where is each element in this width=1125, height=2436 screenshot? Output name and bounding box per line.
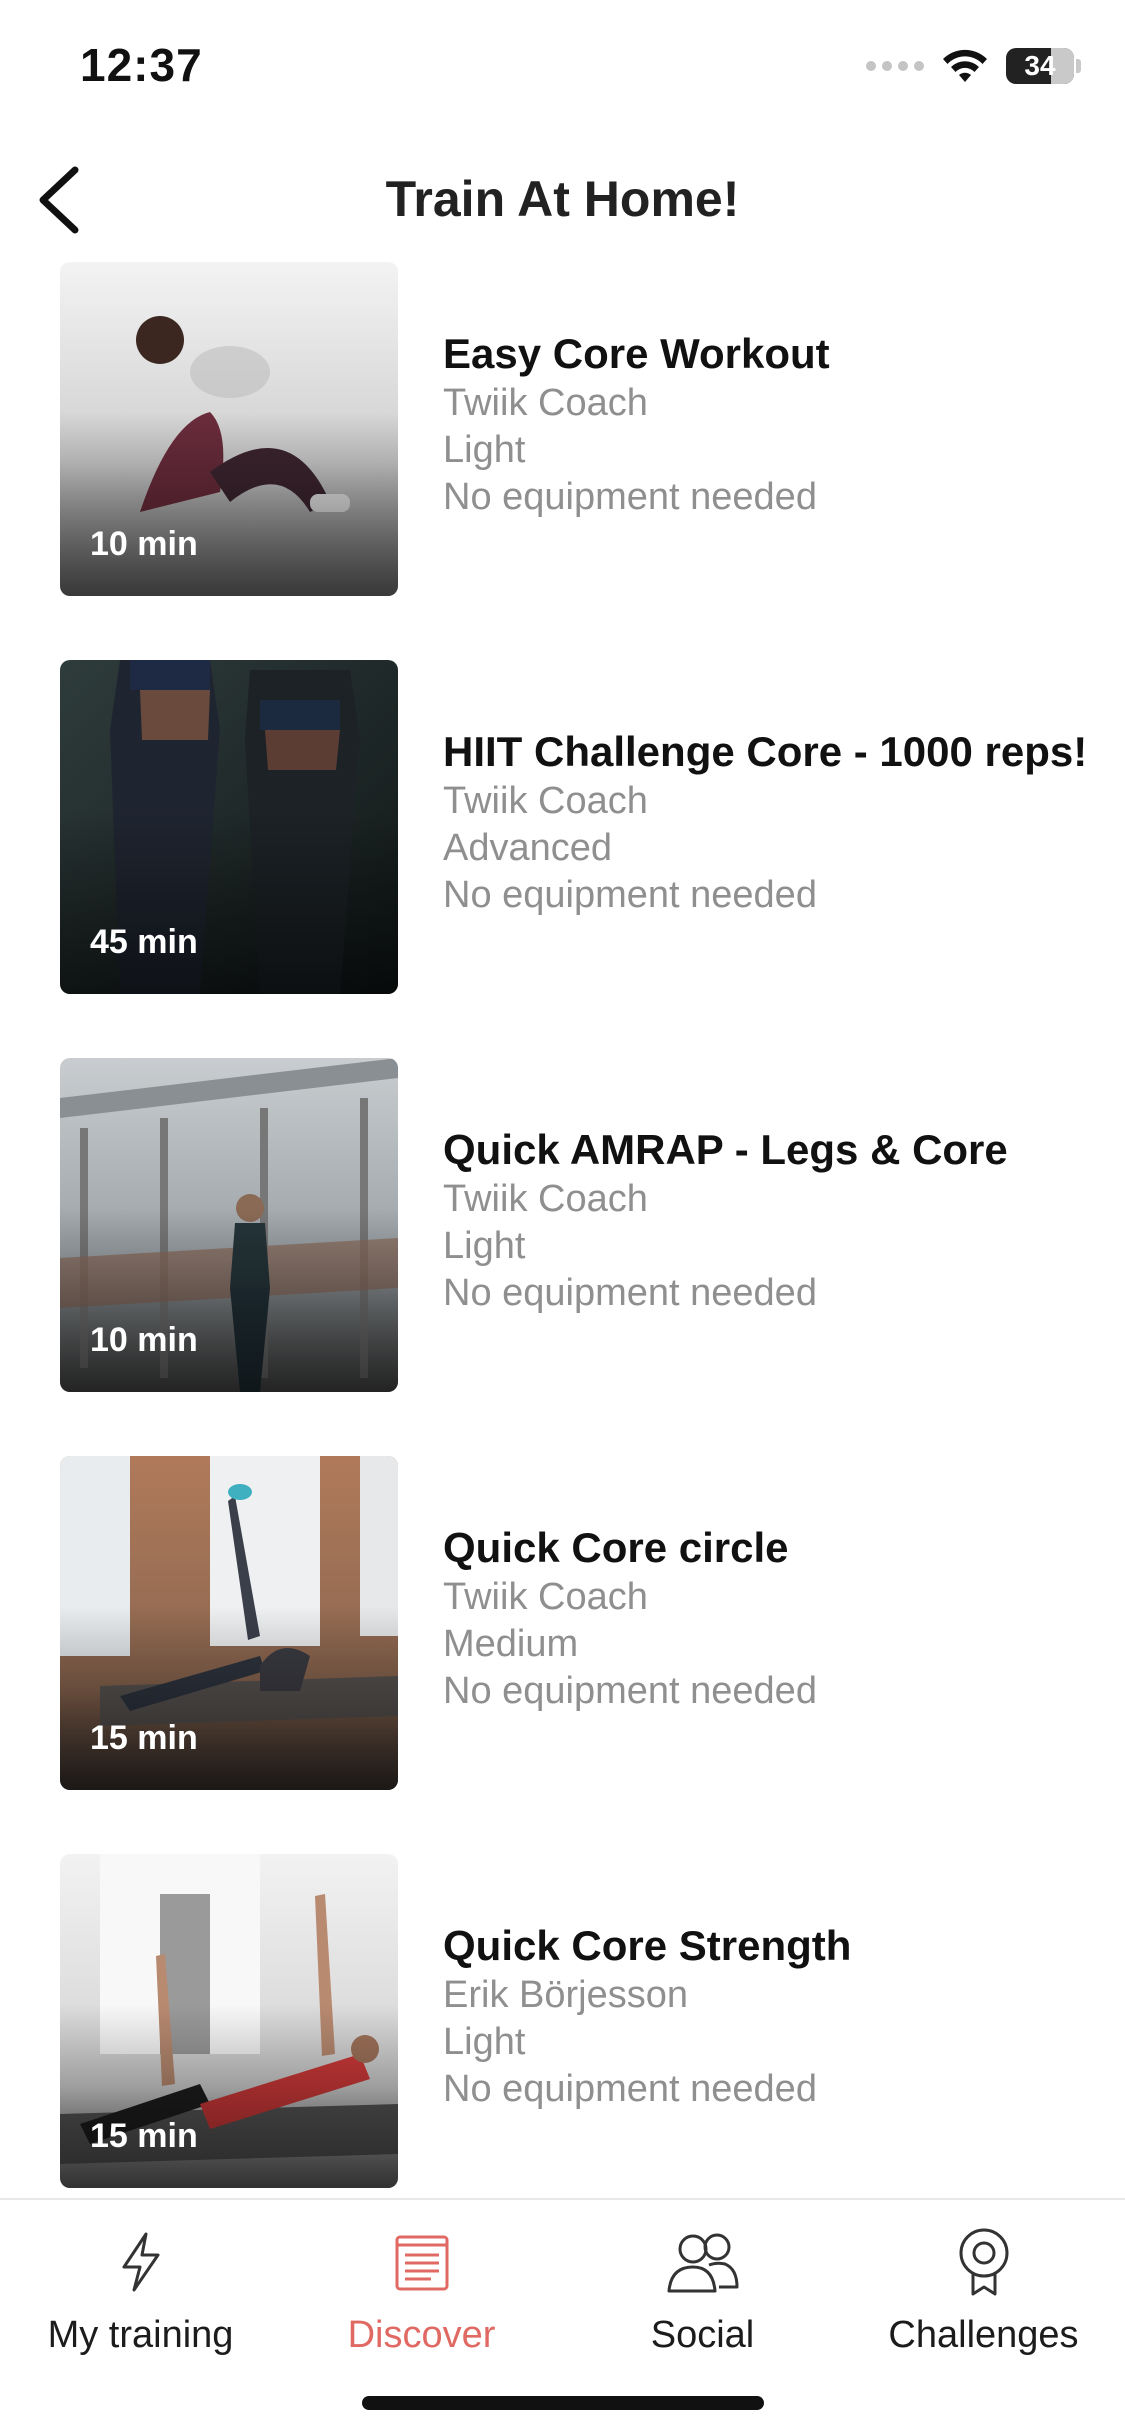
workout-level: Light (443, 1225, 526, 1267)
duration-label: 45 min (90, 923, 198, 961)
duration-label: 10 min (90, 1321, 198, 1359)
duration-label: 15 min (90, 2117, 198, 2155)
workout-title: Quick Core circle (443, 1524, 789, 1571)
status-time: 12:37 (80, 39, 203, 91)
workout-coach: Twiik Coach (443, 1178, 648, 1220)
workout-coach: Twiik Coach (443, 1576, 648, 1618)
workout-thumbnail: 15 min (60, 1854, 398, 2188)
workout-thumbnail: 15 min (60, 1456, 398, 1790)
tab-discover[interactable]: Discover (281, 2222, 562, 2357)
workout-equipment: No equipment needed (443, 476, 817, 518)
screen: 12:37 34 Train At Home! 10 min Easy Core… (0, 0, 1125, 2436)
workout-info: Quick Core Strength Erik Börjesson Light… (443, 1920, 1105, 2113)
page-title: Train At Home! (385, 171, 740, 227)
workout-thumbnail: 10 min (60, 262, 398, 596)
workout-item[interactable]: 15 min Quick Core Strength Erik Börjesso… (0, 1854, 1125, 2252)
tab-label: Challenges (888, 2314, 1079, 2356)
tab-label: Social (650, 2314, 755, 2356)
lightning-bolt-icon (122, 2232, 159, 2292)
cellular-signal-icon (866, 61, 924, 71)
duration-label: 15 min (90, 1719, 198, 1757)
workout-item[interactable]: 10 min Quick AMRAP - Legs & Core Twiik C… (0, 1058, 1125, 1456)
status-bar: 12:37 34 (0, 0, 1125, 140)
workout-equipment: No equipment needed (443, 1670, 817, 1712)
tab-my-training[interactable]: My training (0, 2222, 281, 2357)
workout-level: Light (443, 429, 526, 471)
workout-level: Light (443, 2021, 526, 2063)
workout-thumbnail: 10 min (60, 1058, 398, 1392)
tab-challenges[interactable]: Challenges (843, 2222, 1124, 2357)
workout-title: HIIT Challenge Core - 1000 reps! (443, 728, 1088, 775)
workout-info: Easy Core Workout Twiik Coach Light No e… (443, 328, 1105, 521)
nav-header: Train At Home! (0, 140, 1125, 260)
workout-coach: Twiik Coach (443, 780, 648, 822)
workout-info: HIIT Challenge Core - 1000 reps! Twiik C… (443, 726, 1105, 919)
workout-coach: Twiik Coach (443, 382, 648, 424)
tab-label: Discover (347, 2314, 496, 2356)
workout-list: 10 min Easy Core Workout Twiik Coach Lig… (0, 262, 1125, 2252)
workout-info: Quick AMRAP - Legs & Core Twiik Coach Li… (443, 1124, 1105, 1317)
workout-info: Quick Core circle Twiik Coach Medium No … (443, 1522, 1105, 1715)
workout-equipment: No equipment needed (443, 1272, 817, 1314)
wifi-icon (943, 49, 987, 82)
people-icon (667, 2233, 738, 2293)
workout-title: Quick AMRAP - Legs & Core (443, 1126, 1008, 1173)
battery-icon: 34 (1006, 48, 1081, 84)
workout-equipment: No equipment needed (443, 2068, 817, 2110)
status-icons: 34 (866, 48, 1081, 84)
workout-equipment: No equipment needed (443, 874, 817, 916)
workout-item[interactable]: 10 min Easy Core Workout Twiik Coach Lig… (0, 262, 1125, 660)
battery-level: 34 (1024, 50, 1056, 81)
workout-thumbnail: 45 min (60, 660, 398, 994)
workout-level: Advanced (443, 827, 613, 869)
workout-title: Quick Core Strength (443, 1922, 852, 1969)
workout-item[interactable]: 45 min HIIT Challenge Core - 1000 reps! … (0, 660, 1125, 1058)
medal-icon (959, 2228, 1008, 2296)
home-indicator (362, 2396, 764, 2410)
workout-level: Medium (443, 1623, 579, 1665)
workout-coach: Erik Börjesson (443, 1974, 688, 2016)
duration-label: 10 min (90, 525, 198, 563)
tab-label: My training (47, 2314, 234, 2356)
workout-item[interactable]: 15 min Quick Core circle Twiik Coach Med… (0, 1456, 1125, 1854)
workout-title: Easy Core Workout (443, 330, 830, 377)
tab-social[interactable]: Social (562, 2222, 843, 2357)
document-icon (395, 2235, 448, 2291)
